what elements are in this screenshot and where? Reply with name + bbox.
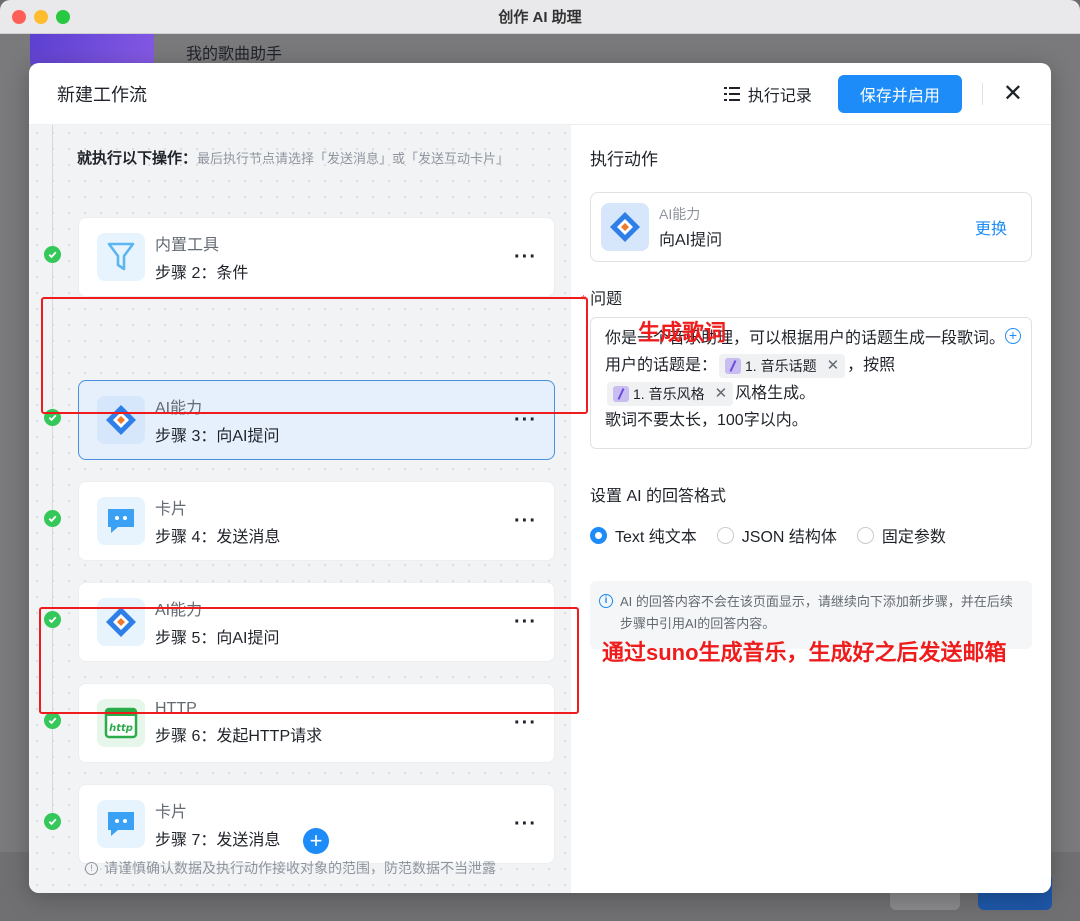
assistant-name: 我的歌曲助手 — [186, 46, 283, 63]
more-options-icon[interactable]: ··· — [514, 813, 554, 836]
insert-variable-icon[interactable]: + — [1005, 328, 1021, 344]
variable-tag-style[interactable]: 1. 音乐风格 ✕ — [607, 381, 734, 407]
close-icon[interactable]: ✕ — [1003, 81, 1023, 106]
format-option-json[interactable]: JSON 结构体 — [716, 523, 837, 547]
remove-tag-icon[interactable]: ✕ — [715, 381, 728, 407]
radio-icon — [716, 526, 734, 544]
chat-bubble-icon — [97, 800, 145, 848]
step-name: 步骤 3：向AI提问 — [155, 428, 280, 445]
step-name: 步骤 2：条件 — [155, 265, 249, 282]
svg-text:http: http — [109, 723, 133, 734]
dialog-title: 新建工作流 — [57, 84, 147, 105]
annotation-lyrics: 生成歌词 — [638, 320, 727, 345]
more-options-icon[interactable]: ··· — [514, 246, 554, 269]
close-window-button[interactable] — [12, 10, 26, 24]
variable-icon — [725, 358, 742, 374]
footer-tip: ! 请谨慎确认数据及执行动作接收对象的范围，防范数据不当泄露 — [85, 858, 496, 878]
steps-heading: 就执行以下操作：最后执行节点请选择「发送消息」或「发送互动卡片」 — [77, 150, 510, 167]
answer-format-options: Text 纯文本 JSON 结构体 固定参数 — [590, 523, 946, 547]
annotation-box-music — [39, 607, 579, 714]
steps-hint: 最后执行节点请选择「发送消息」或「发送互动卡片」 — [197, 151, 510, 166]
change-action-link[interactable]: 更换 — [975, 215, 1007, 239]
filter-icon — [97, 233, 145, 281]
step-complete-icon — [44, 712, 61, 729]
step-complete-icon — [44, 510, 61, 527]
execution-history-label: 执行记录 — [747, 87, 812, 105]
format-option-text[interactable]: Text 纯文本 — [590, 523, 697, 547]
step-name: 步骤 4：发送消息 — [155, 529, 281, 546]
step-category: 内置工具 — [155, 237, 220, 254]
annotation-box-lyrics — [41, 297, 588, 414]
answer-format-label: 设置 AI 的回答格式 — [590, 488, 727, 505]
step-name: 步骤 6：发起HTTP请求 — [155, 728, 323, 745]
action-name: 向AI提问 — [659, 232, 723, 249]
window-controls — [12, 10, 70, 24]
save-and-enable-button[interactable]: 保存并启用 — [837, 74, 962, 113]
step-name: 步骤 7：发送消息 — [155, 832, 281, 849]
workflow-step-4[interactable]: 卡片 步骤 4：发送消息 ··· — [78, 481, 555, 561]
execution-history-button[interactable]: 执行记录 — [723, 82, 812, 106]
info-icon: i — [599, 594, 613, 608]
annotation-music: 通过suno生成音乐，生成好之后发送邮箱 — [602, 640, 1007, 665]
maximize-window-button[interactable] — [56, 10, 70, 24]
action-config-panel: 执行动作 AI能力 向AI提问 更换 * 问题 你是一个音乐助理，可以根据用户的话… — [571, 125, 1051, 893]
action-category: AI能力 — [659, 206, 701, 222]
workflow-step-2[interactable]: 内置工具 步骤 2：条件 ··· — [78, 217, 555, 297]
remove-tag-icon[interactable]: ✕ — [827, 353, 840, 379]
new-workflow-dialog: 新建工作流 执行记录 保存并启用 ✕ 就执行以下操作：最后执行节点请选择「发送消… — [29, 63, 1051, 893]
chat-bubble-icon — [97, 497, 145, 545]
selected-action-card: AI能力 向AI提问 更换 — [590, 192, 1032, 262]
step-category: 卡片 — [155, 501, 188, 518]
window-title: 创作 AI 助理 — [498, 9, 582, 26]
header-divider — [981, 82, 983, 105]
add-step-button[interactable]: + — [303, 828, 329, 854]
step-category: 卡片 — [155, 804, 188, 821]
format-option-fixed[interactable]: 固定参数 — [856, 523, 946, 547]
action-panel-title: 执行动作 — [590, 150, 658, 169]
dialog-header: 新建工作流 执行记录 保存并启用 ✕ — [29, 63, 1051, 125]
window-titlebar: 创作 AI 助理 — [0, 0, 1080, 34]
ai-diamond-icon — [601, 203, 649, 251]
more-options-icon[interactable]: ··· — [514, 712, 554, 735]
info-icon: ! — [85, 861, 98, 875]
radio-selected-icon — [590, 526, 607, 544]
step-complete-icon — [44, 246, 61, 263]
workflow-canvas: 就执行以下操作：最后执行节点请选择「发送消息」或「发送互动卡片」 内置工具 步骤… — [29, 125, 571, 893]
step-complete-icon — [44, 813, 61, 830]
more-options-icon[interactable]: ··· — [514, 510, 554, 533]
list-icon — [723, 86, 740, 101]
variable-icon — [613, 386, 629, 402]
radio-icon — [856, 526, 874, 544]
variable-tag-topic[interactable]: 1. 音乐话题 ✕ — [719, 353, 846, 379]
minimize-window-button[interactable] — [34, 10, 48, 24]
